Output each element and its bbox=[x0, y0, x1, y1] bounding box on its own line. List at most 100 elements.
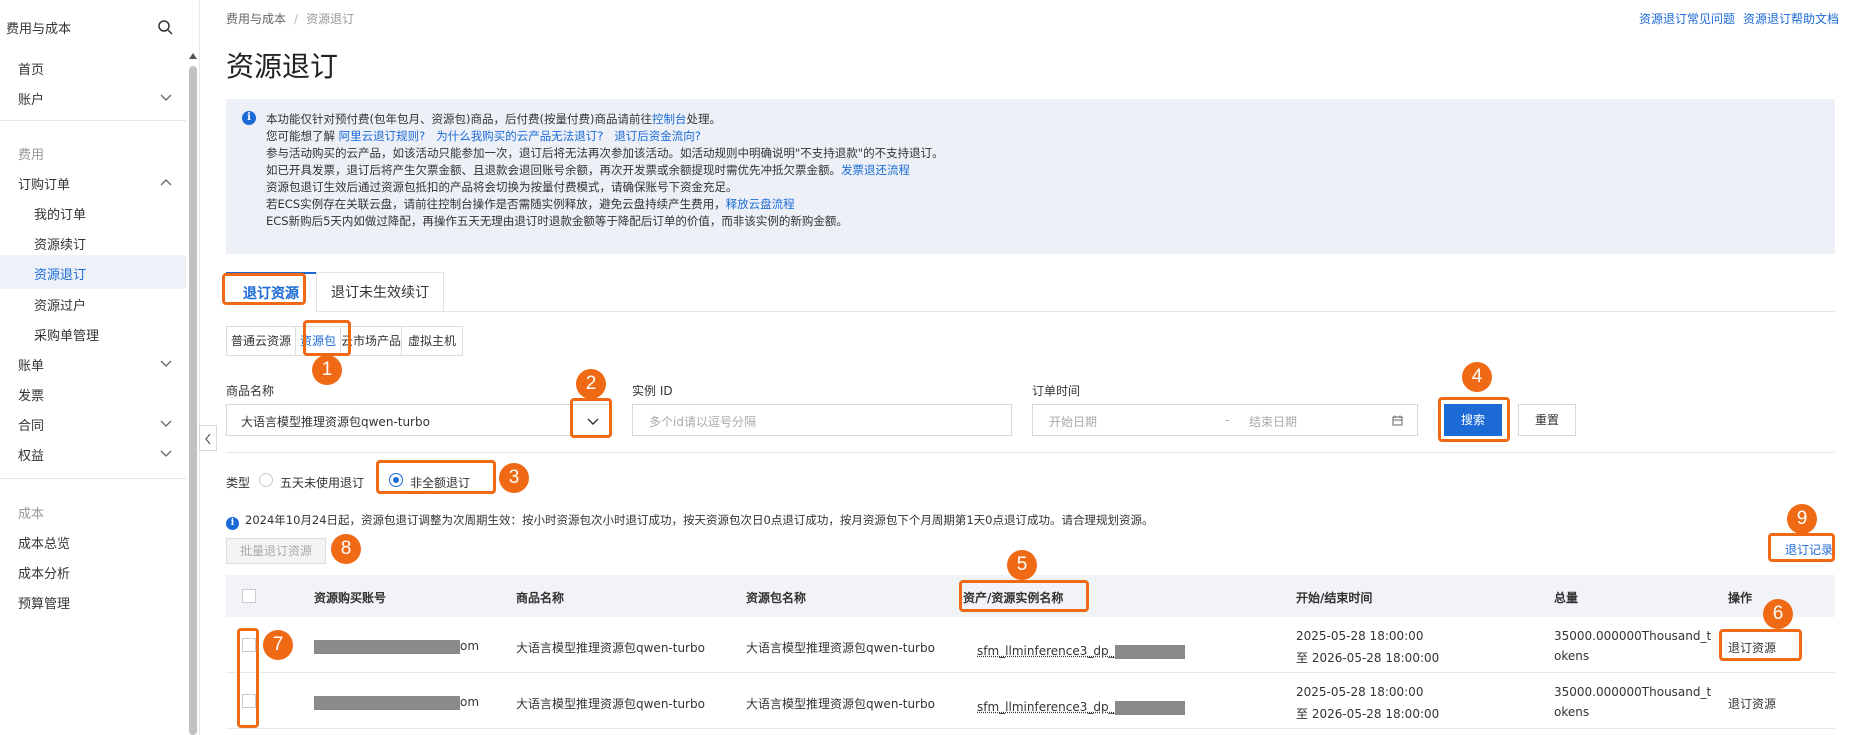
why-cannot-refund-link[interactable]: 为什么我购买的云产品无法退订? bbox=[436, 129, 603, 143]
start-time-cell: 2025-05-28 18:00:00 bbox=[1296, 629, 1424, 643]
batch-unsubscribe-button[interactable]: 批量退订资源 bbox=[226, 538, 326, 564]
annotation-marker-4: 4 bbox=[1462, 362, 1492, 392]
end-time-cell: 至 2026-05-28 18:00:00 bbox=[1296, 707, 1440, 721]
product-label: 商品名称 bbox=[226, 384, 275, 398]
notice-line: 如已开具发票，退订后将产生欠票金额、且退款会退回账号余额，再次开发票或余额提现时… bbox=[266, 163, 910, 177]
unsubscribe-history-link[interactable]: 退订记录 bbox=[1785, 541, 1833, 558]
notice-line: 参与活动购买的云产品，如该活动只能参加一次，退订后将无法再次参加该活动。如活动规… bbox=[266, 146, 944, 160]
annotation-marker-6: 6 bbox=[1763, 599, 1793, 629]
subtab-virtual-host[interactable]: 虚拟主机 bbox=[401, 326, 463, 356]
chevron-up-icon bbox=[160, 179, 172, 186]
info-icon: i bbox=[242, 111, 256, 125]
unsubscribe-action-link[interactable]: 退订资源 bbox=[1728, 695, 1776, 712]
date-range-picker[interactable]: 开始日期 - 结束日期 bbox=[1032, 404, 1418, 436]
fund-flow-link[interactable]: 退订后资金流向? bbox=[614, 129, 701, 143]
sidebar-item-budget[interactable]: 预算管理 bbox=[0, 584, 186, 618]
start-date-input[interactable]: 开始日期 bbox=[1049, 413, 1097, 430]
subtab-regular[interactable]: 普通云资源 bbox=[226, 326, 296, 356]
table-row: om 大语言模型推理资源包qwen-turbo 大语言模型推理资源包qwen-t… bbox=[226, 673, 1835, 729]
annotation-marker-1: 1 bbox=[312, 355, 342, 385]
account-cell: om bbox=[314, 639, 479, 654]
column-header: 资产/资源实例名称 bbox=[963, 591, 1064, 605]
sidebar-item-invoice[interactable]: 发票 bbox=[0, 376, 186, 410]
info-text: 2024年10月24日起，资源包退订调整为次周期生效：按小时资源包次小时退订成功… bbox=[245, 513, 1154, 527]
sidebar-item-cost-analysis[interactable]: 成本分析 bbox=[0, 554, 186, 588]
total-cell-wrap: okens bbox=[1554, 705, 1590, 719]
sidebar-scrollbar[interactable] bbox=[189, 66, 197, 735]
select-all-checkbox[interactable] bbox=[242, 589, 256, 603]
tab-unsubscribe-resources[interactable]: 退订资源 bbox=[226, 272, 316, 312]
sidebar-item-benefits[interactable]: 权益 bbox=[0, 436, 186, 470]
column-header: 操作 bbox=[1728, 591, 1753, 605]
total-cell: 35000.000000Thousand_t bbox=[1554, 685, 1712, 699]
tabs: 退订资源 退订未生效续订 bbox=[226, 272, 1835, 312]
annotation-marker-8: 8 bbox=[331, 534, 361, 564]
sidebar-item-contract[interactable]: 合同 bbox=[0, 406, 186, 440]
radio-five-day[interactable] bbox=[259, 473, 273, 487]
chevron-left-icon bbox=[205, 433, 211, 445]
product-select[interactable]: 大语言模型推理资源包qwen-turbo bbox=[226, 404, 612, 436]
end-date-input[interactable]: 结束日期 bbox=[1249, 413, 1297, 430]
breadcrumb-parent[interactable]: 费用与成本 bbox=[226, 12, 286, 26]
date-range-separator: - bbox=[1225, 413, 1230, 427]
annotation-marker-3: 3 bbox=[499, 463, 529, 493]
help-doc-link[interactable]: 资源退订帮助文档 bbox=[1743, 12, 1839, 26]
calendar-icon bbox=[1392, 415, 1403, 426]
sidebar-item-renew[interactable]: 资源续订 bbox=[0, 225, 186, 259]
info-icon: i bbox=[226, 517, 239, 530]
column-header: 资源购买账号 bbox=[314, 591, 387, 605]
instance-id-input[interactable]: 多个id请以逗号分隔 bbox=[632, 404, 1012, 436]
sidebar-item-orders[interactable]: 订购订单 bbox=[0, 165, 186, 199]
row-checkbox[interactable] bbox=[242, 638, 256, 652]
masked-instance bbox=[1114, 644, 1185, 659]
sidebar-header: 费用与成本 bbox=[0, 14, 186, 40]
sidebar-group-cost: 成本 bbox=[18, 507, 45, 522]
release-disk-link[interactable]: 释放云盘流程 bbox=[726, 197, 795, 211]
radio-partial-refund[interactable] bbox=[389, 473, 403, 487]
invoice-return-link[interactable]: 发票退还流程 bbox=[841, 163, 910, 177]
faq-link[interactable]: 资源退订常见问题 bbox=[1639, 12, 1735, 26]
product-select-value: 大语言模型推理资源包qwen-turbo bbox=[241, 415, 430, 429]
console-link[interactable]: 控制台 bbox=[652, 112, 687, 126]
sidebar-item-transfer[interactable]: 资源过户 bbox=[0, 286, 186, 320]
search-button[interactable]: 搜索 bbox=[1444, 404, 1502, 436]
subtab-marketplace[interactable]: 云市场产品 bbox=[340, 326, 402, 356]
instance-id-label: 实例 ID bbox=[632, 384, 673, 398]
sidebar-item-bills[interactable]: 账单 bbox=[0, 346, 186, 380]
sidebar-item-cost-overview[interactable]: 成本总览 bbox=[0, 524, 186, 558]
column-header: 总量 bbox=[1554, 591, 1579, 605]
chevron-down-icon bbox=[160, 360, 172, 367]
search-icon[interactable] bbox=[157, 19, 173, 35]
notice-line: 若ECS实例存在关联云盘，请前往控制台操作是否需随实例释放，避免云盘持续产生费用… bbox=[266, 197, 795, 211]
scroll-up-arrow-icon[interactable] bbox=[188, 52, 198, 60]
sidebar-item-my-orders[interactable]: 我的订单 bbox=[0, 195, 186, 229]
notice-box: i 本功能仅针对预付费(包年包月、资源包)商品，后付费(按量付费)商品请前往控制… bbox=[226, 99, 1835, 254]
chevron-down-icon bbox=[160, 94, 172, 101]
unsubscribe-action-link[interactable]: 退订资源 bbox=[1728, 639, 1776, 656]
tab-unsubscribe-renewals[interactable]: 退订未生效续订 bbox=[316, 272, 444, 312]
sidebar-item-unsubscribe[interactable]: 资源退订 bbox=[0, 255, 186, 289]
breadcrumb-current: 资源退订 bbox=[306, 12, 355, 26]
total-cell: 35000.000000Thousand_t bbox=[1554, 629, 1712, 643]
refund-rules-link[interactable]: 阿里云退订规则? bbox=[339, 129, 426, 143]
row-checkbox[interactable] bbox=[242, 694, 256, 708]
instance-cell: sfm_llminference3_dp_ bbox=[977, 644, 1185, 659]
sidebar-item-account[interactable]: 账户 bbox=[0, 80, 186, 114]
sidebar-collapse-button[interactable] bbox=[199, 425, 217, 451]
radio-partial-refund-label[interactable]: 非全额退订 bbox=[410, 474, 470, 491]
sidebar-divider bbox=[0, 478, 186, 479]
reset-button[interactable]: 重置 bbox=[1518, 404, 1576, 436]
package-cell: 大语言模型推理资源包qwen-turbo bbox=[746, 697, 935, 711]
sidebar-item-purchase[interactable]: 采购单管理 bbox=[0, 316, 186, 350]
divider bbox=[226, 452, 1835, 453]
column-header: 商品名称 bbox=[516, 591, 565, 605]
sidebar-item-home[interactable]: 首页 bbox=[0, 50, 186, 84]
annotation-marker-9: 9 bbox=[1787, 504, 1817, 534]
account-cell: om bbox=[314, 695, 479, 710]
notice-line: ECS新购后5天内如做过降配，再操作五天无理由退订时退款金额等于降配后订单的价值… bbox=[266, 214, 848, 228]
radio-five-day-label[interactable]: 五天未使用退订 bbox=[280, 474, 364, 491]
subtab-resource-package[interactable]: 资源包 bbox=[295, 326, 341, 356]
column-header: 资源包名称 bbox=[746, 591, 807, 605]
notice-line: 您可能想了解 阿里云退订规则? 为什么我购买的云产品无法退订? 退订后资金流向? bbox=[266, 129, 701, 143]
notice-line: 本功能仅针对预付费(包年包月、资源包)商品，后付费(按量付费)商品请前往控制台处… bbox=[266, 112, 721, 126]
